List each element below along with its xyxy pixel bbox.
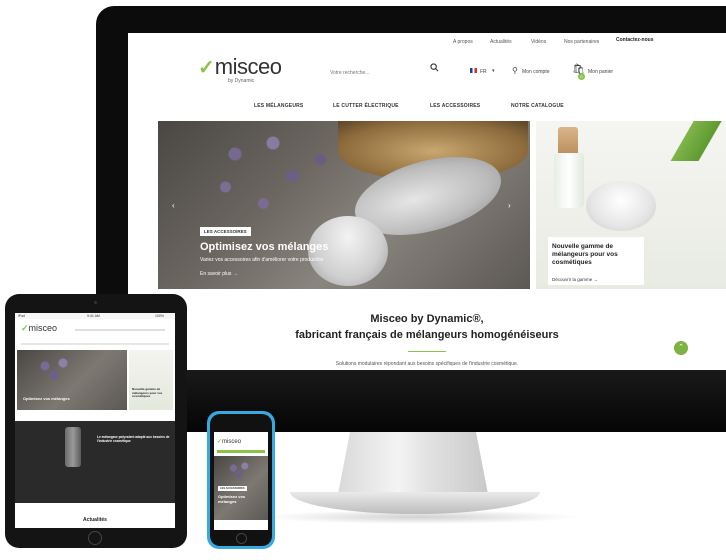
search-icon[interactable] bbox=[430, 63, 439, 72]
tablet-news-heading: Actualités bbox=[83, 517, 107, 523]
user-icon: ⚲ bbox=[512, 66, 518, 75]
tablet-promo-title: Nouvelle gamme de mélangeurs pour vos co… bbox=[132, 387, 163, 399]
topbar-link-about[interactable]: A propos bbox=[453, 39, 473, 45]
french-flag-icon bbox=[470, 68, 477, 73]
language-select[interactable]: FR bbox=[480, 69, 487, 75]
side-promo[interactable]: Nouvelle gamme de mélangeurs pour vos co… bbox=[536, 121, 726, 289]
phone-hero[interactable]: LES ACCESSOIRES Optimisez vos mélanges bbox=[214, 456, 268, 520]
tablet-hero-title: Optimisez vos mélanges bbox=[23, 396, 70, 401]
slider-next-icon[interactable]: › bbox=[508, 201, 511, 210]
promo-leaf-image bbox=[656, 121, 726, 161]
cart-link[interactable]: Mon panier bbox=[588, 69, 613, 75]
topbar-link-partners[interactable]: Nos partenaires bbox=[564, 39, 599, 45]
tablet-dark-section: Le mélangeur polyvalent adapté aux besoi… bbox=[15, 421, 175, 503]
tablet-camera bbox=[94, 301, 97, 304]
topbar-link-videos[interactable]: Vidéos bbox=[531, 39, 546, 45]
scroll-top-icon[interactable]: ⌃ bbox=[674, 341, 688, 355]
search-input[interactable] bbox=[328, 67, 442, 79]
tablet-lavender-image bbox=[27, 354, 87, 384]
desktop-screen: A propos Actualités Vidéos Nos partenair… bbox=[128, 33, 726, 370]
page-description: Solutions modulaires répondant aux besoi… bbox=[335, 361, 519, 367]
nav-item-mixers[interactable]: LES MÉLANGEURS bbox=[254, 103, 303, 109]
tablet-logo-leaf-icon: ✓ bbox=[21, 323, 29, 333]
tablet-screen: iPad 9:41 AM 100% ✓misceo Optimisez vos … bbox=[15, 313, 175, 528]
phone-logo[interactable]: ✓misceo bbox=[217, 438, 241, 445]
promo-bottle-image bbox=[554, 153, 584, 208]
main-nav: LES MÉLANGEURS LE CUTTER ÉLECTRIQUE LES … bbox=[128, 103, 726, 113]
phone-hero-tag[interactable]: LES ACCESSOIRES bbox=[218, 486, 247, 491]
title-divider bbox=[408, 351, 446, 352]
nav-item-catalogue[interactable]: NOTRE CATALOGUE bbox=[511, 103, 564, 109]
promo-title: Nouvelle gamme de mélangeurs pour vos co… bbox=[552, 243, 618, 266]
tablet-status-carrier: iPad bbox=[18, 314, 26, 318]
page-title: Misceo by Dynamic®, bbox=[370, 313, 484, 325]
tablet-logo-text: misceo bbox=[28, 323, 58, 333]
hero-slider[interactable]: ‹ › LES ACCESSOIRES Optimisez vos mélang… bbox=[158, 121, 530, 289]
logo-leaf-icon: ✓ bbox=[198, 57, 215, 79]
tablet-logo[interactable]: ✓misceo bbox=[21, 323, 57, 334]
tablet-home-button[interactable] bbox=[88, 531, 102, 545]
tablet-mixer-image bbox=[65, 427, 81, 467]
tablet-status-time: 9:41 AM bbox=[87, 314, 100, 318]
phone-logo-text: misceo bbox=[222, 439, 242, 445]
phone-home-button[interactable] bbox=[236, 533, 247, 544]
contact-button[interactable]: Contactez-nous bbox=[616, 37, 654, 43]
tablet-side-promo[interactable]: Nouvelle gamme de mélangeurs pour vos co… bbox=[129, 350, 173, 410]
logo-subtitle: by Dynamic bbox=[228, 78, 255, 84]
tablet-status-battery: 100% bbox=[155, 314, 164, 318]
tablet-header-bar bbox=[75, 329, 165, 331]
tablet-hero[interactable]: Optimisez vos mélanges bbox=[17, 350, 127, 410]
hero-lavender-image bbox=[178, 121, 368, 231]
phone-screen: ✓misceo LES ACCESSOIRES Optimisez vos mé… bbox=[214, 432, 268, 530]
chevron-down-icon: ▾ bbox=[492, 68, 495, 74]
nav-item-cutter[interactable]: LE CUTTER ÉLECTRIQUE bbox=[333, 103, 399, 109]
nav-item-accessories[interactable]: LES ACCESSOIRES bbox=[430, 103, 480, 109]
phone-lavender-image bbox=[222, 460, 260, 480]
cart-count-badge: 0 bbox=[578, 73, 585, 80]
logo-text: misceo bbox=[214, 54, 282, 79]
hero-title: Optimisez vos mélanges bbox=[200, 241, 329, 253]
page-subtitle: fabricant français de mélangeurs homogén… bbox=[295, 329, 559, 341]
hero-subtitle: Variez vos accessoires afin d'améliorer … bbox=[200, 257, 324, 263]
site-logo[interactable]: ✓misceo by Dynamic bbox=[198, 54, 282, 85]
promo-cream-image bbox=[586, 181, 656, 231]
account-link[interactable]: Mon compte bbox=[522, 69, 550, 75]
hero-category-tag[interactable]: LES ACCESSOIRES bbox=[200, 227, 251, 236]
monitor-chin bbox=[96, 368, 726, 432]
slider-prev-icon[interactable]: ‹ bbox=[172, 201, 175, 210]
phone-nav-bar bbox=[217, 450, 265, 453]
tablet-nav bbox=[21, 343, 169, 345]
topbar-link-news[interactable]: Actualités bbox=[490, 39, 512, 45]
promo-link[interactable]: Découvrir la gamme → bbox=[552, 277, 598, 282]
phone-hero-title: Optimisez vos mélanges bbox=[218, 494, 246, 504]
hero-more-link[interactable]: En savoir plus → bbox=[200, 271, 238, 277]
monitor-stand bbox=[338, 432, 488, 494]
tablet-dark-title: Le mélangeur polyvalent adapté aux besoi… bbox=[97, 435, 170, 443]
